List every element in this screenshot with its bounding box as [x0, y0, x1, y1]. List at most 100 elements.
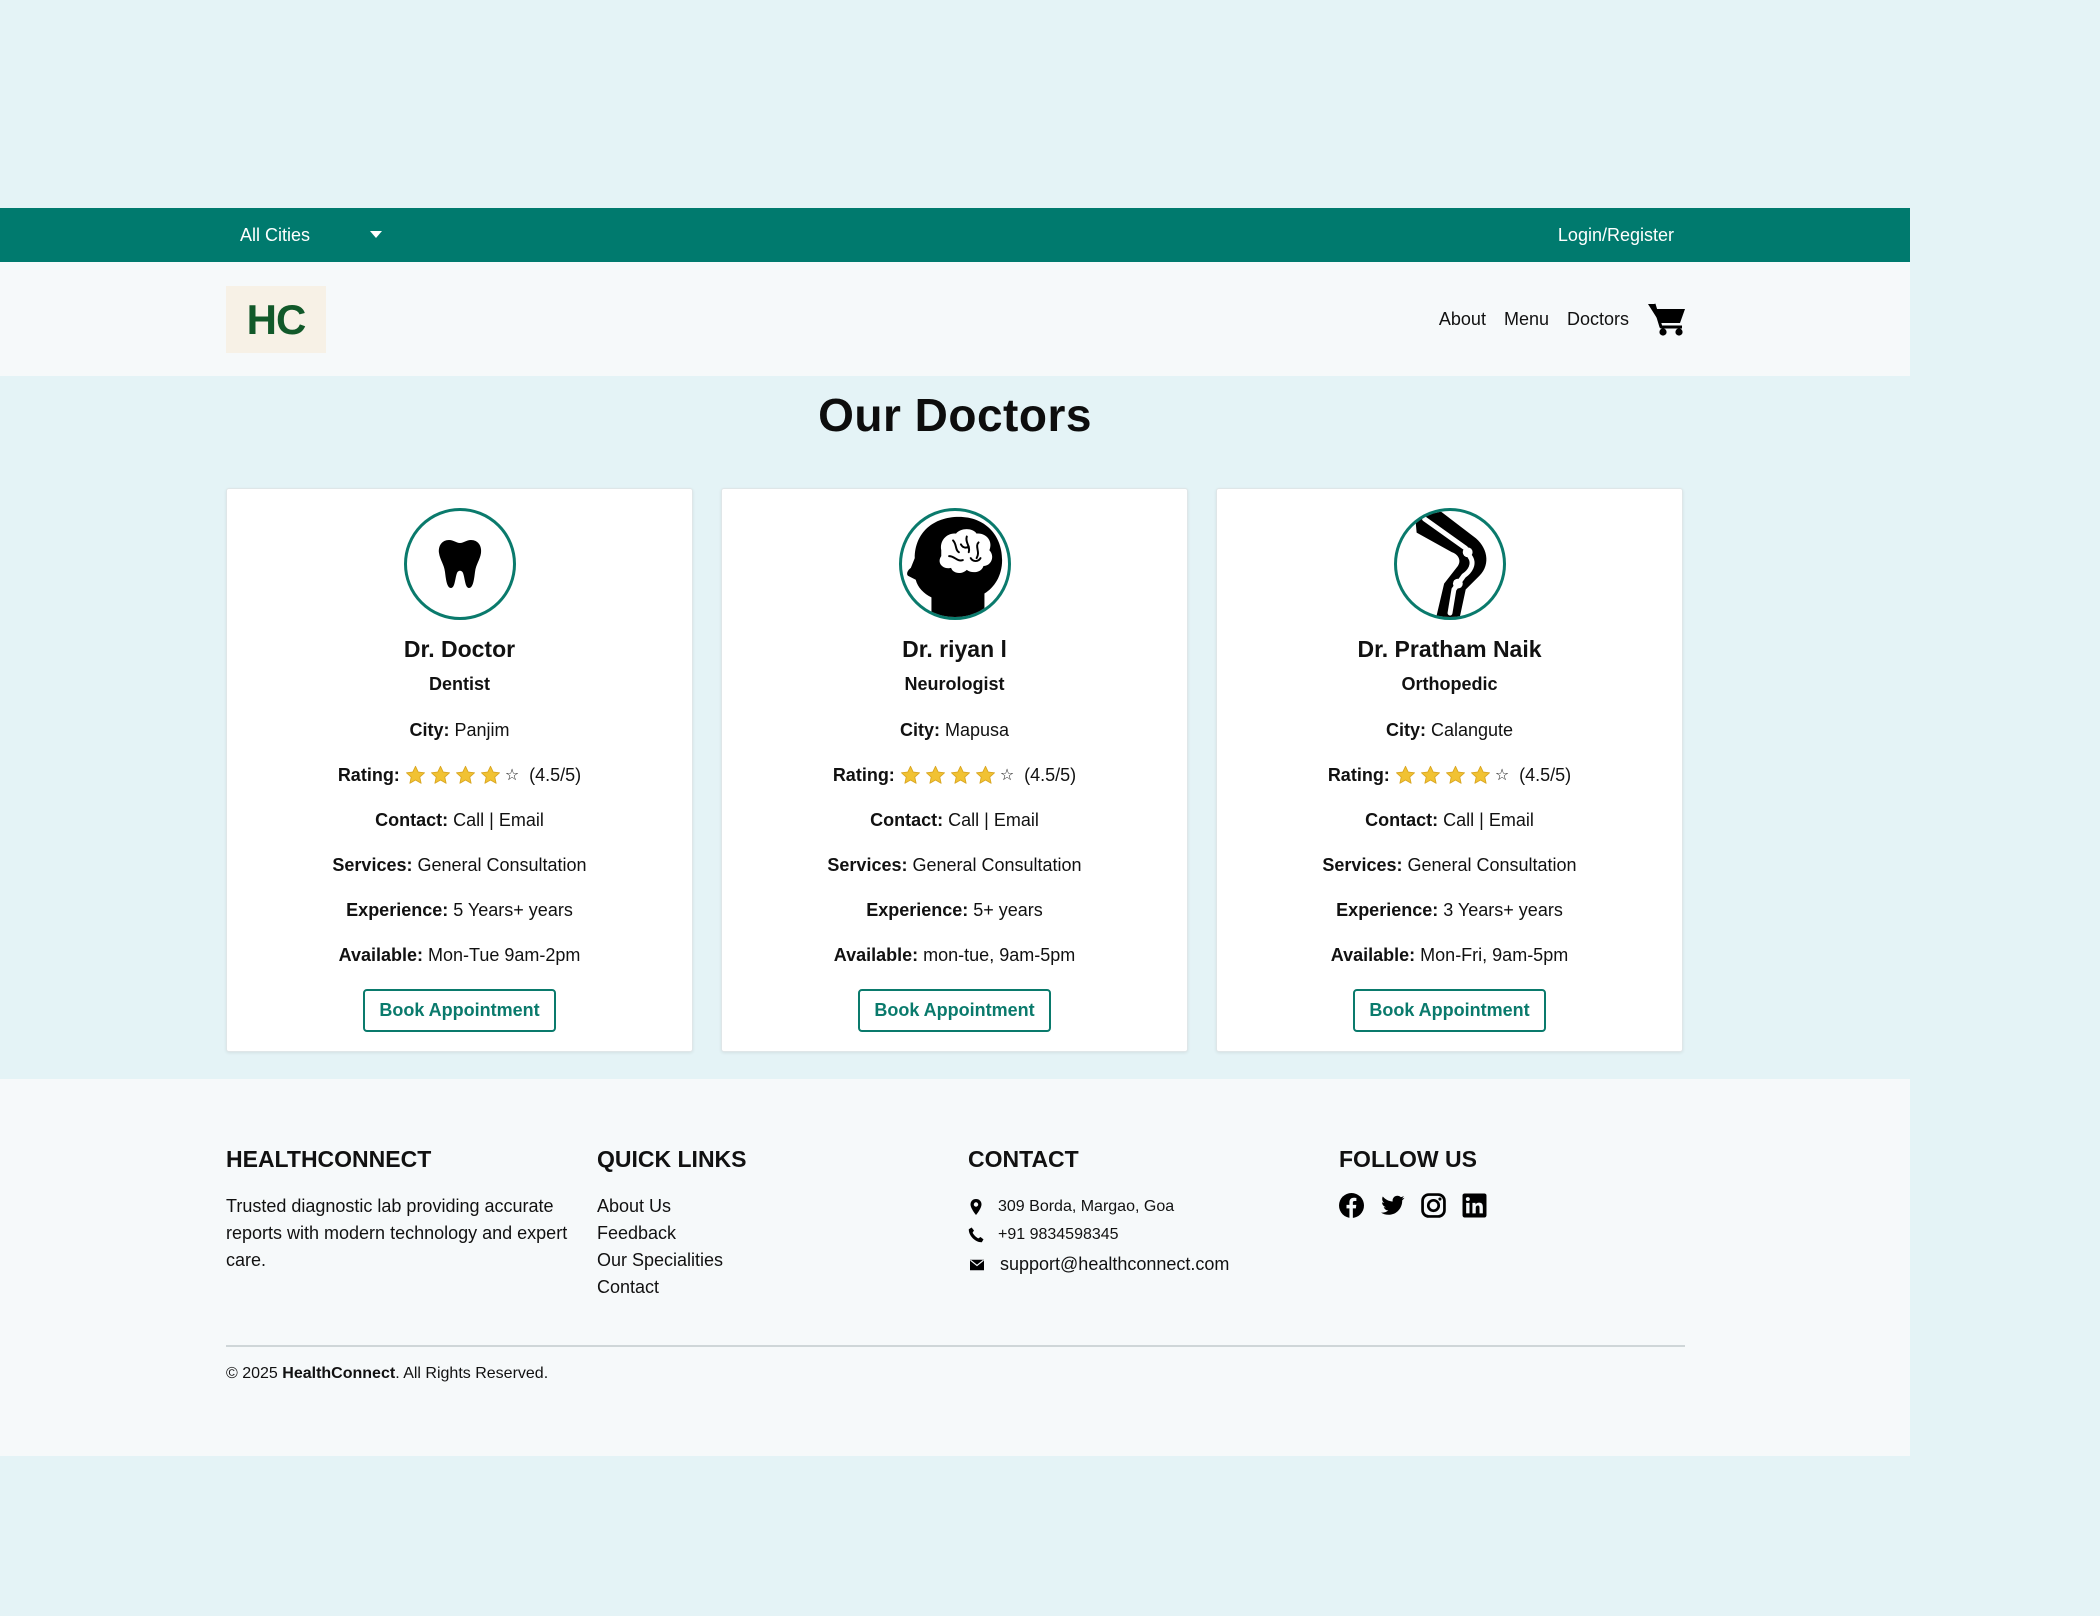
nav-menu[interactable]: Menu	[1504, 309, 1549, 330]
rating-value: (4.5/5)	[1024, 765, 1077, 785]
instagram-icon[interactable]	[1421, 1193, 1446, 1218]
experience-label: Experience:	[1336, 900, 1439, 920]
linkedin-icon[interactable]	[1462, 1193, 1487, 1218]
services-value: General Consultation	[417, 855, 587, 875]
header: HC About Menu Doctors	[0, 262, 1910, 376]
footer-link-contact[interactable]: Contact	[597, 1274, 897, 1301]
star-filled-icon	[900, 765, 920, 784]
contact-label: Contact:	[870, 810, 944, 830]
rating-label: Rating:	[1327, 765, 1390, 785]
city-value: Calangute	[1430, 720, 1514, 740]
doctor-specialty: Dentist	[428, 674, 490, 694]
doctor-name: Dr. riyan l	[902, 636, 1007, 662]
doctor-card: Dr. riyan l Neurologist City: Mapusa Rat…	[721, 488, 1188, 1052]
doctor-avatar	[898, 508, 1011, 620]
contact-value[interactable]: Call | Email	[1443, 810, 1534, 831]
footer: HEALTHCONNECT Trusted diagnostic lab pro…	[0, 1079, 1910, 1456]
copyright-prefix: © 2025	[226, 1365, 283, 1382]
book-appointment-button[interactable]: Book Appointment	[363, 989, 556, 1032]
doctor-avatar	[1393, 508, 1506, 620]
services-label: Services:	[827, 855, 908, 875]
contact-value[interactable]: Call | Email	[453, 810, 544, 831]
envelope-icon	[970, 1259, 984, 1270]
city-select[interactable]: All Cities	[240, 208, 390, 262]
copyright-suffix: . All Rights Reserved.	[395, 1365, 549, 1382]
doctor-rating: Rating: ☆ (4.5/5)	[1217, 765, 1682, 786]
footer-links-heading: QUICK LINKS	[597, 1146, 747, 1172]
doctor-experience: Experience: 5+ years	[722, 900, 1187, 921]
experience-label: Experience:	[866, 900, 969, 920]
doctor-services: Services: General Consultation	[227, 855, 692, 876]
knee-joint-icon	[1414, 511, 1486, 617]
copyright: © 2025 HealthConnect. All Rights Reserve…	[226, 1365, 548, 1383]
contact-value[interactable]: Call | Email	[948, 810, 1039, 831]
available-label: Available:	[833, 945, 919, 965]
doctor-contact: Contact: Call | Email	[722, 810, 1187, 831]
doctor-contact: Contact: Call | Email	[1217, 810, 1682, 831]
footer-link-about-us[interactable]: About Us	[597, 1193, 897, 1220]
footer-contact-heading: CONTACT	[968, 1146, 1079, 1172]
star-filled-icon	[1445, 765, 1465, 784]
doctor-card: Dr. Pratham Naik Orthopedic City: Calang…	[1216, 488, 1683, 1052]
copyright-brand: HealthConnect	[282, 1365, 396, 1382]
phone-icon	[968, 1227, 984, 1243]
page-title: Our Doctors	[818, 389, 1092, 441]
brain-head-icon	[906, 516, 1002, 617]
available-value: mon-tue, 9am-5pm	[923, 945, 1076, 965]
city-label: City:	[899, 720, 940, 740]
doctor-experience: Experience: 5 Years+ years	[227, 900, 692, 921]
star-filled-icon	[950, 765, 970, 784]
services-value: General Consultation	[1407, 855, 1577, 875]
map-pin-icon	[970, 1199, 982, 1215]
facebook-icon[interactable]	[1339, 1193, 1364, 1218]
rating-label: Rating:	[832, 765, 895, 785]
city-value: Panjim	[454, 720, 510, 740]
nav-doctors[interactable]: Doctors	[1567, 309, 1629, 330]
nav-about[interactable]: About	[1439, 309, 1486, 330]
star-empty-icon: ☆	[504, 767, 520, 784]
services-label: Services:	[332, 855, 413, 875]
doctor-city: City: Mapusa	[722, 720, 1187, 741]
star-filled-icon	[455, 765, 475, 784]
star-filled-icon	[405, 765, 425, 784]
available-label: Available:	[338, 945, 423, 965]
services-label: Services:	[1322, 855, 1403, 875]
doctor-availability: Available: Mon-Tue 9am-2pm	[227, 945, 692, 966]
contact-email: support@healthconnect.com	[968, 1249, 1298, 1280]
footer-link-feedback[interactable]: Feedback	[597, 1220, 897, 1247]
rating-value: (4.5/5)	[1519, 765, 1572, 785]
footer-follow-heading: FOLLOW US	[1339, 1146, 1477, 1172]
login-register-link[interactable]: Login/Register	[1558, 208, 1674, 262]
doctor-name: Dr. Doctor	[403, 636, 516, 662]
top-bar: All Cities Login/Register	[0, 208, 1910, 262]
footer-link-specialities[interactable]: Our Specialities	[597, 1247, 897, 1274]
city-label: City:	[409, 720, 450, 740]
doctor-services: Services: General Consultation	[722, 855, 1187, 876]
footer-about-text: Trusted diagnostic lab providing accurat…	[226, 1196, 568, 1270]
star-empty-icon: ☆	[999, 767, 1015, 784]
social-links	[1339, 1193, 1639, 1218]
experience-label: Experience:	[346, 900, 449, 920]
caret-down-icon	[370, 231, 382, 238]
doctor-experience: Experience: 3 Years+ years	[1217, 900, 1682, 921]
doctor-rating: Rating: ☆ (4.5/5)	[722, 765, 1187, 786]
twitter-icon[interactable]	[1380, 1193, 1405, 1218]
doctor-city: City: Panjim	[227, 720, 692, 741]
doctor-cards: Dr. Doctor Dentist City: Panjim Rating: …	[226, 488, 1683, 1052]
doctor-availability: Available: mon-tue, 9am-5pm	[722, 945, 1187, 966]
star-filled-icon	[430, 765, 450, 784]
book-appointment-button[interactable]: Book Appointment	[1353, 989, 1546, 1032]
star-empty-icon: ☆	[1494, 767, 1510, 784]
footer-about: HEALTHCONNECT Trusted diagnostic lab pro…	[226, 1146, 576, 1274]
contact-email-text[interactable]: support@healthconnect.com	[1000, 1254, 1229, 1275]
star-filled-icon	[1420, 765, 1440, 784]
book-appointment-button[interactable]: Book Appointment	[858, 989, 1051, 1032]
rating-stars: ☆	[405, 765, 524, 786]
shopping-cart-icon[interactable]	[1647, 301, 1687, 337]
doctor-city: City: Calangute	[1217, 720, 1682, 741]
doctor-services: Services: General Consultation	[1217, 855, 1682, 876]
contact-phone: +91 9834598345	[968, 1221, 1298, 1249]
contact-phone-text: +91 9834598345	[998, 1226, 1119, 1243]
logo[interactable]: HC	[226, 286, 326, 353]
doctor-availability: Available: Mon-Fri, 9am-5pm	[1217, 945, 1682, 966]
